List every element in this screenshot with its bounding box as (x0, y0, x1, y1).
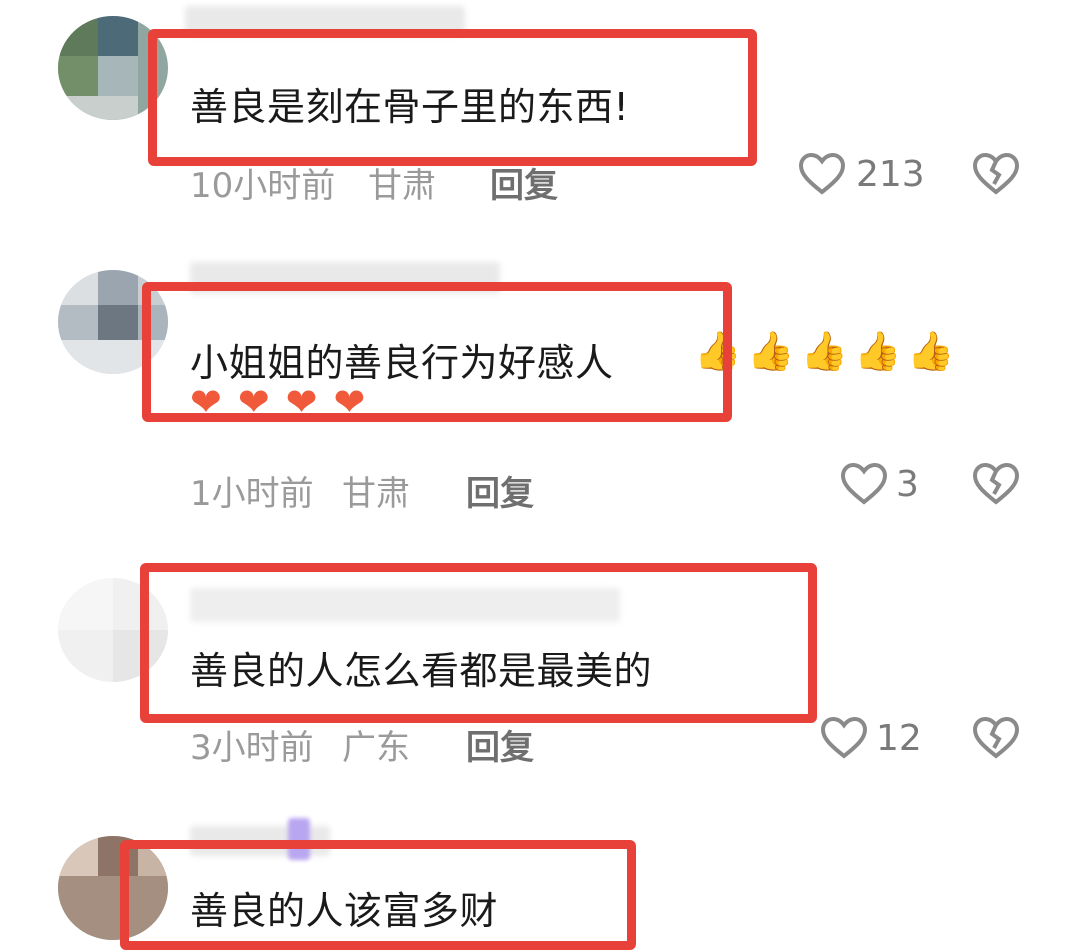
broken-heart-icon[interactable] (972, 462, 1020, 506)
comment-location: 广东 (342, 728, 410, 768)
highlight-box (120, 840, 636, 950)
like-count: 213 (856, 154, 925, 195)
heart-outline-icon[interactable] (820, 716, 868, 760)
thumbs-up-emoji: 👍👍👍👍👍 (694, 329, 961, 373)
avatar-pixel (98, 270, 138, 305)
comment-time: 1小时前 (190, 474, 314, 514)
like-count: 3 (896, 464, 919, 505)
avatar-pixel (58, 16, 98, 56)
comment-location: 甘肃 (368, 166, 436, 206)
avatar-pixel (98, 16, 138, 56)
comment-time: 10小时前 (190, 166, 336, 206)
avatar-pixel (58, 96, 138, 120)
comment-location: 甘肃 (342, 474, 410, 514)
avatar-pixel (98, 56, 138, 96)
avatar-pixel (58, 578, 113, 630)
broken-heart-icon[interactable] (972, 716, 1020, 760)
avatar-pixel (98, 305, 138, 340)
avatar-pixel (58, 305, 98, 340)
heart-outline-icon[interactable] (840, 462, 888, 506)
avatar-pixel (58, 56, 98, 96)
reply-button[interactable]: 回复 (466, 720, 534, 769)
broken-heart-icon[interactable] (972, 152, 1020, 196)
highlight-box (142, 282, 732, 422)
comment-time: 3小时前 (190, 728, 314, 768)
highlight-box (140, 563, 817, 723)
like-count: 12 (876, 718, 922, 759)
reply-button[interactable]: 回复 (466, 466, 534, 515)
reply-button[interactable]: 回复 (490, 158, 558, 207)
highlight-box (148, 29, 757, 166)
avatar-pixel (58, 270, 98, 305)
avatar-pixel (58, 836, 98, 876)
heart-outline-icon[interactable] (798, 152, 846, 196)
